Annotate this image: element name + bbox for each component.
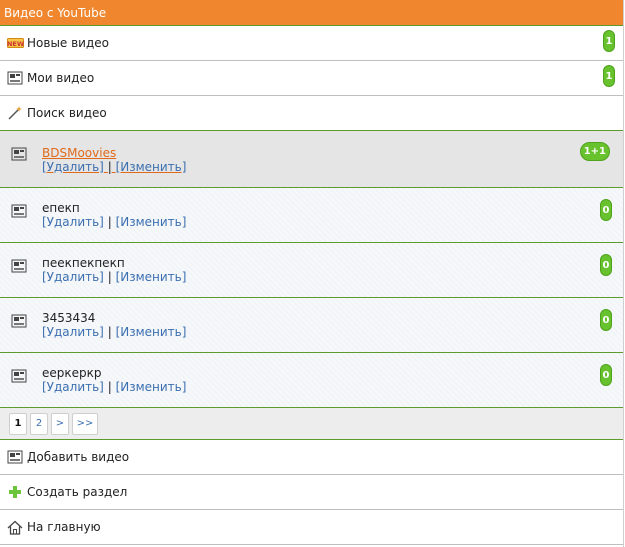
delete-link[interactable]: [Удалить] [42,380,104,394]
item-actions: [Удалить] | [Изменить] [42,380,186,394]
edit-link[interactable]: [Изменить] [116,270,187,284]
count-badge: 0 [600,309,612,331]
menu-label: На главную [27,520,101,534]
video-camera-icon [6,449,24,465]
menu-new-videos[interactable]: NEW Новые видео 1 [0,26,623,61]
home-icon [6,519,24,535]
count-badge: 1 [603,30,615,52]
menu-my-videos[interactable]: Мои видео 1 [0,61,623,96]
menu-create-section[interactable]: Создать раздел [0,475,623,510]
menu-label: Поиск видео [27,106,107,120]
edit-link[interactable]: [Изменить] [116,325,187,339]
youtube-video-panel: Видео с YouTube NEW Новые видео 1 Мои ви… [0,0,624,547]
item-actions: [Удалить] | [Изменить] [42,325,186,339]
item-title[interactable]: пеекпекпекп [42,256,125,270]
video-camera-icon [11,259,27,276]
list-item[interactable]: 3453434 [Удалить] | [Изменить] 0 [0,298,623,353]
menu-add-video[interactable]: Добавить видео [0,440,623,475]
new-badge-icon: NEW [6,35,24,51]
item-actions: [Удалить] | [Изменить] [42,215,186,229]
count-badge: 1+1 [579,142,610,161]
item-actions: [Удалить] | [Изменить] [42,160,186,174]
item-title-link[interactable]: BDSMoovies [42,146,116,160]
menu-label: Мои видео [27,71,95,85]
panel-title: Видео с YouTube [0,0,623,26]
page-1-button[interactable]: 1 [9,412,27,435]
item-actions: [Удалить] | [Изменить] [42,270,186,284]
delete-link[interactable]: [Удалить] [42,215,104,229]
action-separator: | [107,380,112,394]
count-badge: 0 [600,199,612,221]
pagination: 1 2 > >> [0,408,623,440]
video-camera-icon [11,147,27,164]
next-page-button[interactable]: > [51,412,69,435]
last-page-button[interactable]: >> [72,412,98,435]
action-separator: | [107,325,112,339]
menu-home[interactable]: На главную [0,510,623,545]
page-2-button[interactable]: 2 [30,412,48,435]
action-separator: | [107,270,112,284]
item-title[interactable]: ееркеркр [42,366,102,380]
menu-label: Добавить видео [27,450,130,464]
svg-text:NEW: NEW [7,40,24,48]
count-badge: 0 [600,254,612,276]
list-item[interactable]: BDSMoovies [Удалить] | [Изменить] 1+1 [0,131,623,188]
list-item[interactable]: пеекпекпекп [Удалить] | [Изменить] 0 [0,243,623,298]
list-item[interactable]: ееркеркр [Удалить] | [Изменить] 0 [0,353,623,408]
delete-link[interactable]: [Удалить] [42,160,104,174]
plus-icon [6,484,24,500]
video-camera-icon [6,70,24,86]
count-badge: 1 [603,65,615,87]
delete-link[interactable]: [Удалить] [42,270,104,284]
action-separator: | [107,160,112,174]
edit-link[interactable]: [Изменить] [116,215,187,229]
delete-link[interactable]: [Удалить] [42,325,104,339]
item-title[interactable]: 3453434 [42,311,95,325]
video-camera-icon [11,314,27,331]
magic-wand-icon [6,105,24,121]
menu-label: Создать раздел [27,485,128,499]
menu-search-video[interactable]: Поиск видео [0,96,623,131]
item-title[interactable]: епекп [42,201,80,215]
list-item[interactable]: епекп [Удалить] | [Изменить] 0 [0,188,623,243]
edit-link[interactable]: [Изменить] [116,160,187,174]
edit-link[interactable]: [Изменить] [116,380,187,394]
action-separator: | [107,215,112,229]
video-camera-icon [11,369,27,386]
video-camera-icon [11,204,27,221]
menu-label: Новые видео [27,36,110,50]
count-badge: 0 [600,364,612,386]
